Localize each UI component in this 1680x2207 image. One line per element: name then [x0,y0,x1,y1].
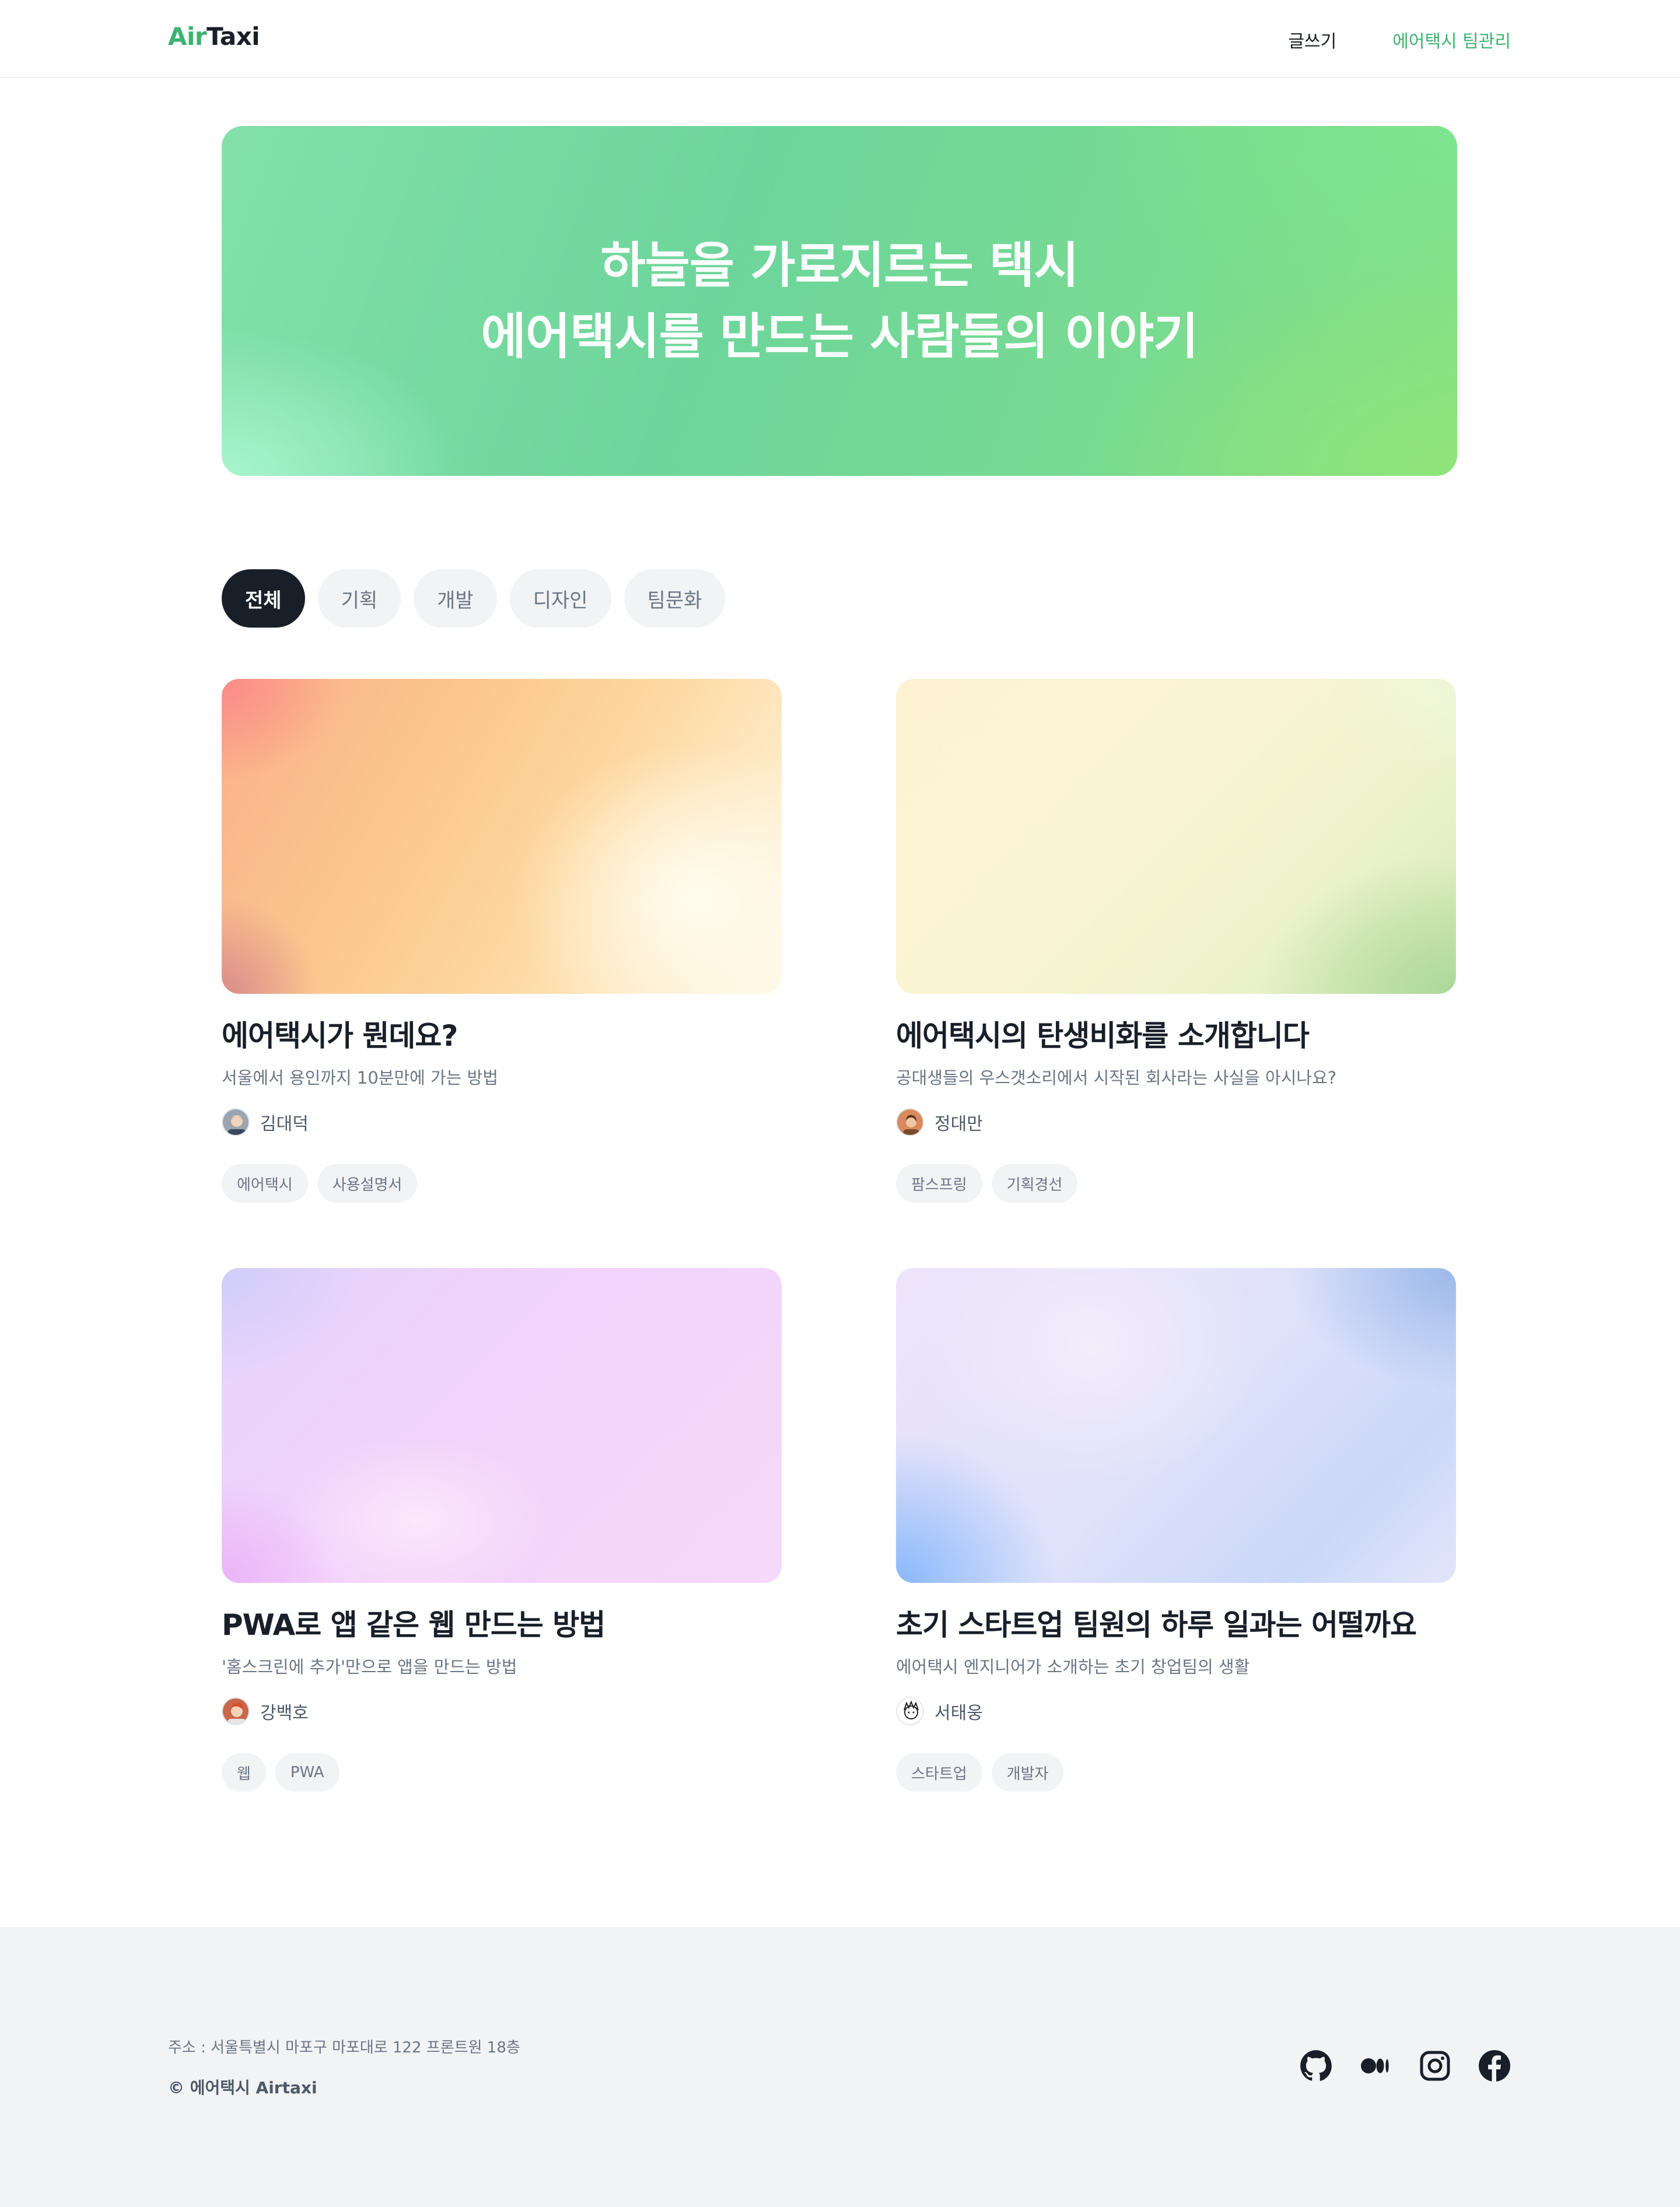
post-card[interactable]: PWA로 앱 같은 웹 만드는 방법 '홈스크린에 추가'만으로 앱을 만드는 … [222,1268,782,1792]
post-tags: 팜스프링 기획경선 [896,1164,1456,1203]
post-card[interactable]: 에어택시의 탄생비화를 소개합니다 공대생들의 우스갯소리에서 시작된 회사라는… [896,679,1456,1203]
instagram-icon[interactable] [1419,2050,1451,2082]
post-tags: 웹 PWA [222,1753,782,1792]
hero-title-line-1: 하늘을 가로지르는 택시 [600,237,1079,294]
tag[interactable]: 에어택시 [222,1164,308,1203]
avatar [896,1697,924,1725]
post-thumbnail[interactable] [222,1268,782,1583]
filter-chip-all[interactable]: 전체 [222,569,305,628]
post-subtitle: '홈스크린에 추가'만으로 앱을 만드는 방법 [222,1657,517,1677]
post-card[interactable]: 에어택시가 뭔데요? 서울에서 용인까지 10분만에 가는 방법 김대덕 에어택… [222,679,782,1203]
post-thumbnail[interactable] [222,679,782,994]
post-title[interactable]: 에어택시가 뭔데요? [222,1017,782,1055]
avatar [896,1108,924,1136]
post-tags: 스타트업 개발자 [896,1753,1456,1792]
tag[interactable]: 웹 [222,1753,266,1792]
medium-icon[interactable] [1359,2050,1392,2082]
site-header: AirTaxi 글쓰기 에어택시 팀관리 [0,0,1680,78]
tag[interactable]: 스타트업 [896,1753,982,1792]
footer-address: 주소 : 서울특별시 마포구 마포대로 122 프론트원 18층 [168,2039,520,2057]
top-nav: 글쓰기 에어택시 팀관리 [1288,27,1511,52]
avatar [222,1108,250,1136]
logo-taxi-text: Taxi [206,22,260,51]
post-subtitle: 에어택시 엔지니어가 소개하는 초기 창업팀의 생활 [896,1657,1250,1677]
author-name: 김대덕 [260,1114,309,1134]
hero-banner: 하늘을 가로지르는 택시 에어택시를 만드는 사람들의 이야기 [222,126,1457,476]
social-links [1300,2050,1511,2082]
filter-chip-planning[interactable]: 기획 [317,569,401,628]
tag[interactable]: PWA [275,1753,340,1792]
post-thumbnail[interactable] [896,679,1456,994]
filter-chip-culture[interactable]: 팀문화 [624,569,726,628]
tag[interactable]: 개발자 [991,1753,1064,1792]
post-author: 서태웅 [896,1697,1456,1725]
hero-title-line-2: 에어택시를 만드는 사람들의 이야기 [481,308,1199,365]
post-title[interactable]: 에어택시의 탄생비화를 소개합니다 [896,1017,1456,1055]
facebook-icon[interactable] [1478,2050,1511,2082]
tag[interactable]: 기획경선 [991,1164,1078,1203]
logo[interactable]: AirTaxi [168,22,260,51]
author-name: 강백호 [260,1703,309,1723]
post-author: 강백호 [222,1697,782,1725]
author-name: 정대만 [935,1114,983,1134]
author-name: 서태웅 [935,1703,983,1723]
post-author: 김대덕 [222,1108,782,1136]
post-title[interactable]: 초기 스타트업 팀원의 하루 일과는 어떨까요 [896,1606,1456,1644]
site-footer: 주소 : 서울특별시 마포구 마포대로 122 프론트원 18층 © 에어택시 … [0,1927,1680,2207]
nav-write-link[interactable]: 글쓰기 [1288,27,1336,52]
category-filters: 전체 기획 개발 디자인 팀문화 [222,569,726,628]
post-card[interactable]: 초기 스타트업 팀원의 하루 일과는 어떨까요 에어택시 엔지니어가 소개하는 … [896,1268,1456,1792]
filter-chip-design[interactable]: 디자인 [509,569,611,628]
github-icon[interactable] [1300,2050,1332,2082]
footer-copyright: © 에어택시 Airtaxi [168,2078,317,2097]
tag[interactable]: 사용설명서 [317,1164,418,1203]
post-subtitle: 공대생들의 우스갯소리에서 시작된 회사라는 사실을 아시나요? [896,1068,1337,1088]
post-author: 정대만 [896,1108,1456,1136]
nav-team-link[interactable]: 에어택시 팀관리 [1392,27,1511,52]
filter-chip-dev[interactable]: 개발 [414,569,497,628]
post-subtitle: 서울에서 용인까지 10분만에 가는 방법 [222,1068,498,1088]
post-title[interactable]: PWA로 앱 같은 웹 만드는 방법 [222,1606,782,1644]
avatar [222,1697,250,1725]
logo-air-text: Air [168,22,207,51]
post-tags: 에어택시 사용설명서 [222,1164,782,1203]
tag[interactable]: 팜스프링 [896,1164,982,1203]
post-thumbnail[interactable] [896,1268,1456,1583]
